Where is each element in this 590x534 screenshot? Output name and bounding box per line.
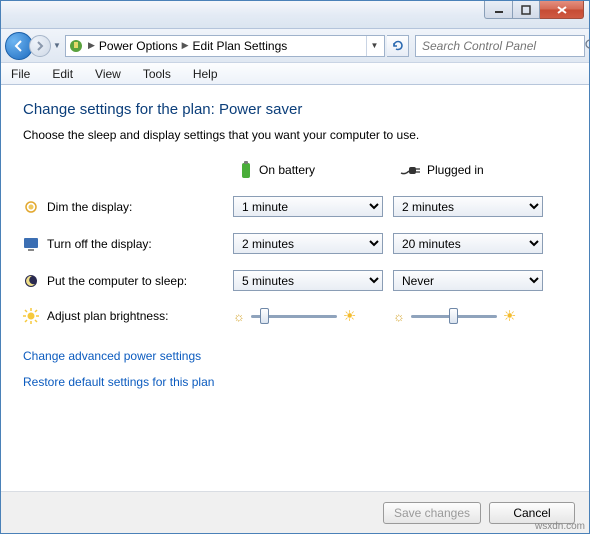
menu-view[interactable]: View <box>91 65 125 83</box>
monitor-icon <box>23 236 39 252</box>
brightness-plugged-cell: ☼ ☀ <box>393 307 553 325</box>
sun-dim-icon: ☼ <box>393 309 405 324</box>
minimize-button[interactable] <box>484 1 512 19</box>
search-box[interactable] <box>415 35 585 57</box>
address-dropdown[interactable]: ▼ <box>366 36 382 56</box>
chevron-right-icon: ▶ <box>88 40 95 51</box>
breadcrumb-item-2[interactable]: ▶ Edit Plan Settings <box>182 39 288 53</box>
links-section: Change advanced power settings Restore d… <box>23 349 567 389</box>
link-restore-defaults[interactable]: Restore default settings for this plan <box>23 375 214 389</box>
brightness-battery-cell: ☼ ☀ <box>233 307 393 325</box>
link-advanced-settings[interactable]: Change advanced power settings <box>23 349 201 363</box>
column-label: Plugged in <box>427 163 484 177</box>
sun-bright-icon: ☀ <box>343 307 356 325</box>
turnoff-plugged-select[interactable]: 20 minutes <box>393 233 543 254</box>
page-subtext: Choose the sleep and display settings th… <box>23 128 567 142</box>
sun-dim-icon: ☼ <box>233 309 245 324</box>
address-bar[interactable]: ▶ Power Options ▶ Edit Plan Settings ▼ <box>65 35 385 57</box>
row-label-text: Adjust plan brightness: <box>47 309 168 323</box>
page-title: Change settings for the plan: Power save… <box>23 101 567 118</box>
breadcrumb-label: Edit Plan Settings <box>193 39 288 53</box>
close-button[interactable] <box>540 1 584 19</box>
nav-arrows: ▼ <box>5 32 63 60</box>
arrow-left-icon <box>12 39 26 53</box>
breadcrumb-item-1[interactable]: ▶ Power Options <box>88 39 178 53</box>
forward-button[interactable] <box>29 35 51 57</box>
save-button[interactable]: Save changes <box>383 502 481 524</box>
moon-icon <box>23 273 39 289</box>
column-header-plugged: Plugged in <box>393 163 553 177</box>
search-input[interactable] <box>420 38 581 54</box>
chevron-right-icon: ▶ <box>182 40 189 51</box>
brightness-icon <box>23 308 39 324</box>
column-header-battery: On battery <box>233 160 393 180</box>
sleep-plugged-select[interactable]: Never <box>393 270 543 291</box>
menu-tools[interactable]: Tools <box>139 65 175 83</box>
close-icon <box>556 5 568 15</box>
row-brightness: Adjust plan brightness: <box>23 308 233 324</box>
column-label: On battery <box>259 163 315 177</box>
minimize-icon <box>494 5 504 15</box>
refresh-icon <box>391 39 405 53</box>
turnoff-battery-select[interactable]: 2 minutes <box>233 233 383 254</box>
menu-help[interactable]: Help <box>189 65 222 83</box>
control-panel-icon <box>68 38 84 54</box>
arrow-right-icon <box>35 41 45 51</box>
navbar: ▼ ▶ Power Options ▶ Edit Plan Settings ▼ <box>1 29 589 63</box>
breadcrumb-label: Power Options <box>99 39 178 53</box>
search-icon <box>585 39 590 52</box>
window-frame: ▼ ▶ Power Options ▶ Edit Plan Settings ▼ <box>0 0 590 534</box>
dim-battery-select[interactable]: 1 minute <box>233 196 383 217</box>
brightness-battery-slider[interactable] <box>251 307 337 325</box>
sleep-battery-select[interactable]: 5 minutes <box>233 270 383 291</box>
row-label-text: Turn off the display: <box>47 237 152 251</box>
refresh-button[interactable] <box>387 35 409 57</box>
menu-edit[interactable]: Edit <box>48 65 77 83</box>
watermark: wsxdn.com <box>535 521 585 532</box>
titlebar <box>1 1 589 29</box>
caption-buttons <box>484 1 584 19</box>
settings-grid: On battery Plugged in Dim the display: 1… <box>23 160 567 325</box>
footer: Save changes Cancel <box>1 491 589 533</box>
row-turnoff-display: Turn off the display: <box>23 236 233 252</box>
row-label-text: Put the computer to sleep: <box>47 274 187 288</box>
content-area: Change settings for the plan: Power save… <box>1 85 589 491</box>
dim-plugged-select[interactable]: 2 minutes <box>393 196 543 217</box>
battery-icon <box>239 160 253 180</box>
row-sleep: Put the computer to sleep: <box>23 273 233 289</box>
menu-file[interactable]: File <box>7 65 34 83</box>
brightness-plugged-slider[interactable] <box>411 307 497 325</box>
sun-bright-icon: ☀ <box>503 307 516 325</box>
dim-display-icon <box>23 199 39 215</box>
nav-history-dropdown[interactable]: ▼ <box>51 35 63 57</box>
row-label-text: Dim the display: <box>47 200 132 214</box>
menubar: File Edit View Tools Help <box>1 63 589 85</box>
plug-icon <box>399 163 421 177</box>
maximize-button[interactable] <box>512 1 540 19</box>
maximize-icon <box>521 5 531 15</box>
row-dim-display: Dim the display: <box>23 199 233 215</box>
